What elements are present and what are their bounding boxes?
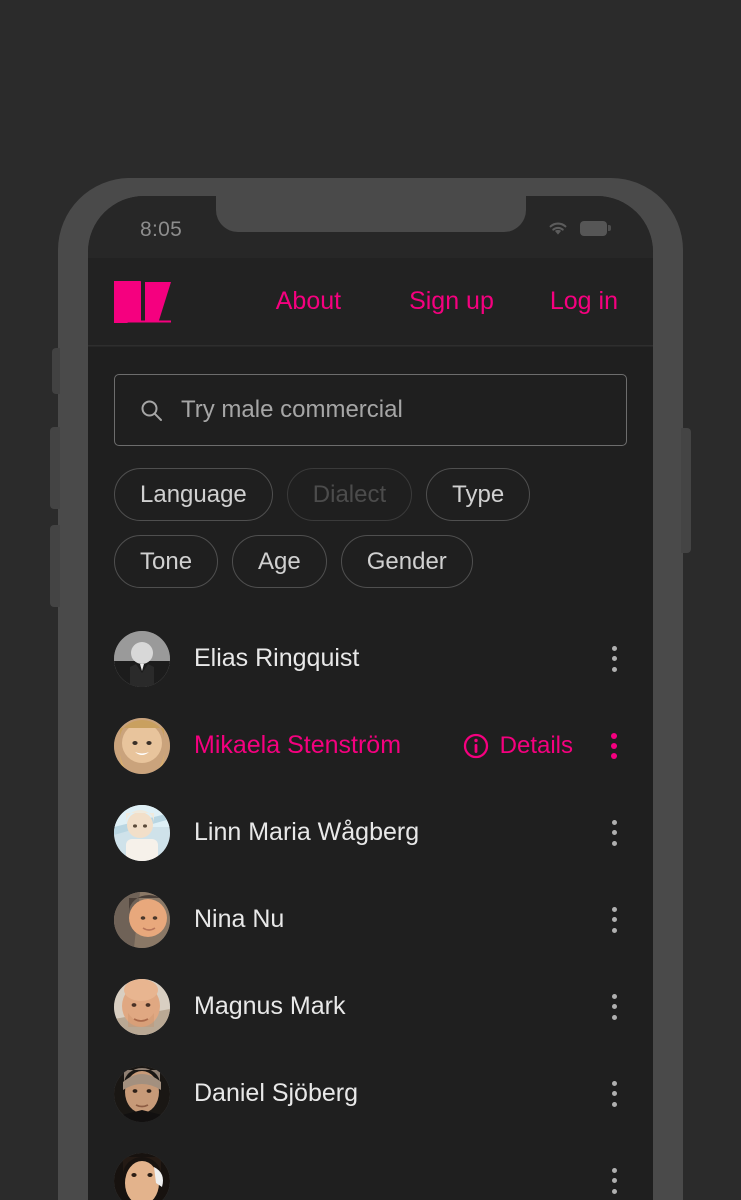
kebab-menu-icon[interactable] [601,905,627,935]
row-actions [601,905,627,935]
filter-chip-type[interactable]: Type [426,468,531,521]
table-row[interactable]: Elias Ringquist [88,615,653,702]
nav-link-log-in[interactable]: Log in [550,287,618,316]
phone-power-button[interactable] [681,428,691,553]
voice-name: Linn Maria Wågberg [194,818,420,846]
voice-name: Daniel Sjöberg [194,1079,358,1107]
voice-list: Elias Ringquist Mikaela Stenström Detail… [88,615,653,1200]
row-actions: Details [463,731,627,761]
kebab-menu-icon[interactable] [601,1079,627,1109]
table-row[interactable]: Magnus Mark [88,963,653,1050]
row-actions [601,644,627,674]
nav-link-about[interactable]: About [276,287,341,316]
filter-chip-dialect[interactable]: Dialect [286,468,413,521]
search-icon [141,400,162,421]
kebab-menu-icon[interactable] [601,992,627,1022]
table-row[interactable] [88,1137,653,1200]
battery-full-icon [580,220,611,236]
app-header: About Sign up Log in [88,258,653,346]
table-row[interactable]: Mikaela Stenström Details [88,702,653,789]
brand-logo-m-icon[interactable] [114,281,172,323]
row-actions [601,818,627,848]
row-actions [601,1079,627,1109]
nav-link-sign-up[interactable]: Sign up [409,287,494,316]
details-label: Details [499,731,573,759]
kebab-menu-icon[interactable] [601,731,627,761]
phone-volume-down-button[interactable] [50,525,60,607]
filter-chip-group: Language Dialect Type Tone Age Gender [88,446,628,588]
voice-name: Mikaela Stenström [194,731,402,759]
app-content: Language Dialect Type Tone Age Gender [88,347,653,1200]
row-actions [601,1166,627,1196]
status-icons [547,220,611,236]
avatar [114,630,170,687]
kebab-menu-icon[interactable] [601,818,627,848]
avatar [114,1152,170,1200]
details-link[interactable]: Details [463,732,573,760]
phone-mute-switch[interactable] [52,348,60,394]
table-row[interactable]: Nina Nu [88,876,653,963]
filter-chip-age[interactable]: Age [232,535,327,588]
status-time: 8:05 [140,218,183,241]
voice-name: Magnus Mark [194,992,346,1020]
search-input[interactable] [181,396,626,424]
search-box[interactable] [114,374,627,446]
phone-volume-up-button[interactable] [50,427,60,509]
avatar [114,978,170,1035]
wifi-icon [549,222,567,235]
voice-name: Nina Nu [194,905,285,933]
filter-chip-gender[interactable]: Gender [340,535,473,588]
filter-chip-language[interactable]: Language [114,468,273,521]
avatar [114,717,170,774]
filter-chip-tone[interactable]: Tone [114,535,219,588]
avatar [114,891,170,948]
screenshot-stage: 8:05 About Sign up Log in Try male comme… [0,0,741,1200]
avatar [114,804,170,861]
info-circle-icon [463,733,488,758]
table-row[interactable]: Linn Maria Wågberg [88,789,653,876]
phone-screen: 8:05 About Sign up Log in Try male comme… [88,196,653,1200]
voice-name: Elias Ringquist [194,644,360,672]
row-actions [601,992,627,1022]
table-row[interactable]: Daniel Sjöberg [88,1050,653,1137]
kebab-menu-icon[interactable] [601,644,627,674]
kebab-menu-icon[interactable] [601,1166,627,1196]
top-nav: About Sign up Log in [276,287,653,316]
search-section [88,347,653,446]
avatar [114,1065,170,1122]
phone-notch [215,196,526,232]
status-bar: 8:05 [88,196,653,258]
